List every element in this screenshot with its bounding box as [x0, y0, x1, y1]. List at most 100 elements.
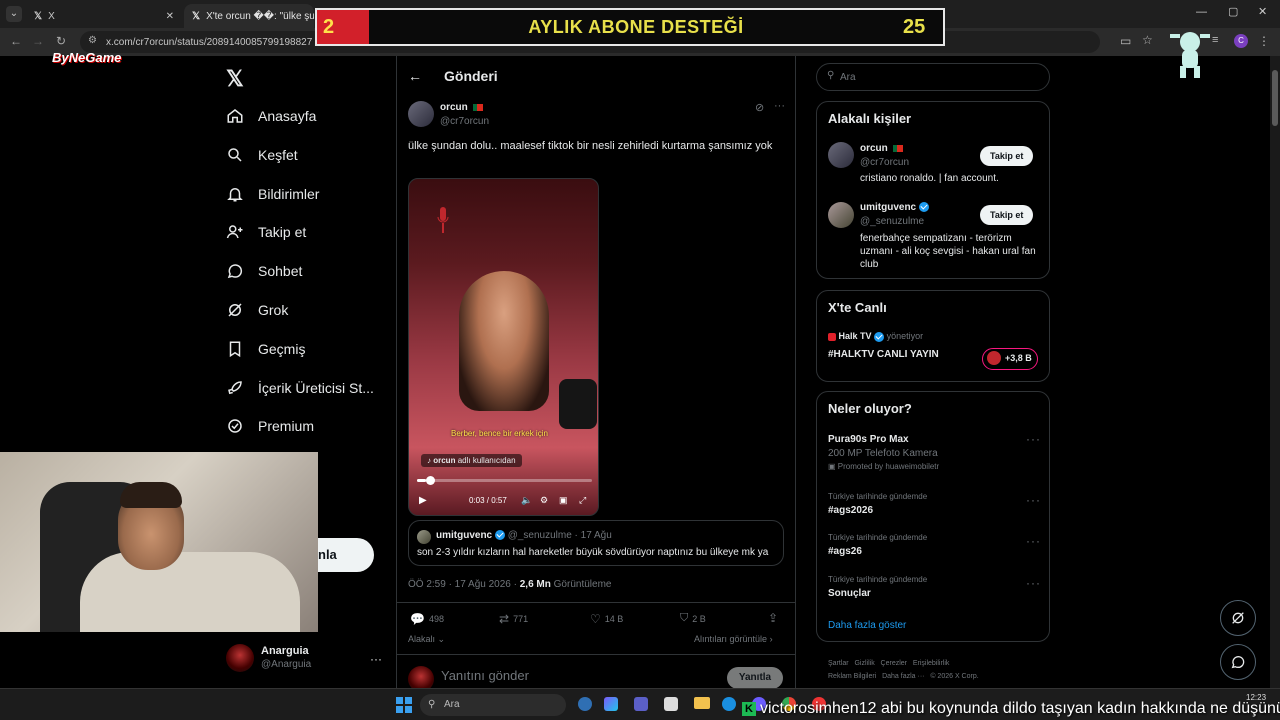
play-icon[interactable]: ▶ [419, 495, 427, 506]
footer-link[interactable]: Gizlilik [854, 660, 874, 667]
messages-float-button[interactable] [1220, 644, 1256, 680]
reply-input[interactable]: Yanıtını gönder [441, 668, 711, 688]
video-progress-knob[interactable] [425, 476, 435, 485]
store-icon[interactable] [664, 697, 678, 711]
live-title[interactable]: #HALKTV CANLI YAYIN [828, 349, 939, 360]
tab-list-icon[interactable]: ⌄ [6, 6, 22, 22]
repost-action[interactable]: ⇄ 771 [499, 612, 528, 626]
edge-icon[interactable] [722, 697, 736, 711]
trend-name: Sonuçlar [828, 588, 871, 599]
more-icon[interactable]: ··· [1026, 534, 1041, 548]
back-arrow-icon[interactable]: ← [408, 68, 422, 84]
grok-float-button[interactable] [1220, 600, 1256, 636]
flag-icon [892, 144, 903, 152]
footer-link[interactable]: Çerezler [881, 660, 907, 667]
trend-item[interactable]: Türkiye tarihinde gündemde Sonuçlar [828, 575, 927, 599]
url-text: x.com/cr7orcun/status/208914008579919882… [106, 36, 313, 48]
back-icon[interactable]: ← [10, 34, 22, 48]
volume-icon[interactable]: 🔈 [521, 495, 532, 506]
reply-action[interactable]: 💬 498 [410, 612, 444, 626]
close-window-icon[interactable]: ✕ [1258, 5, 1267, 18]
pip-icon[interactable]: ▣ [559, 495, 568, 506]
person-avatar[interactable] [828, 142, 854, 168]
nav-item-bookmarks[interactable]: Geçmiş [226, 335, 305, 363]
scrollbar-thumb[interactable] [1272, 70, 1278, 126]
post-meta: ÖÖ 2:59 · 17 Ağu 2026 · 2,6 Mn Görüntüle… [408, 579, 611, 590]
avatar[interactable] [226, 644, 254, 672]
bookmark-star-icon[interactable]: ☆ [1142, 33, 1153, 47]
share-icon[interactable]: ⇪ [768, 611, 778, 625]
related-link[interactable]: Alakalı ⌄ [408, 634, 445, 645]
view-quotes-link[interactable]: Alıntıları görüntüle › [694, 634, 773, 644]
file-explorer-icon[interactable] [694, 697, 710, 709]
more-icon[interactable]: ··· [1026, 493, 1041, 507]
reply-count: 498 [428, 614, 444, 624]
footer-link[interactable]: Şartlar [828, 660, 849, 667]
live-host[interactable]: Halk TV yönetiyor [828, 331, 923, 342]
trend-item[interactable]: Türkiye tarihinde gündemde #ags26 [828, 533, 927, 557]
trend-item[interactable]: Pura90s Pro Max 200 MP Telefoto Kamera ▣… [828, 434, 939, 471]
close-icon[interactable]: ✕ [166, 11, 174, 22]
account-menu-icon[interactable]: ··· [370, 652, 382, 666]
nav-item-creator-studio[interactable]: İçerik Üreticisi St... [226, 374, 374, 402]
nav-item-notifications[interactable]: Bildirimler [226, 180, 319, 208]
video-progress-fill [417, 479, 426, 482]
author-name[interactable]: orcun [440, 102, 483, 113]
site-info-icon[interactable]: ⚙ [88, 35, 97, 46]
quoted-post-card[interactable]: umitguvenc @_senuzulme · 17 Ağu son 2-3 … [408, 520, 784, 566]
trend-item[interactable]: Türkiye tarihinde gündemde #ags2026 [828, 492, 927, 516]
author-avatar[interactable] [408, 101, 434, 127]
reload-icon[interactable]: ↻ [56, 34, 66, 48]
grok-icon[interactable]: ⊘ [755, 101, 764, 114]
watermark-name: orcun [433, 456, 456, 465]
windows-start-icon[interactable] [396, 697, 412, 713]
person-name[interactable]: orcun [860, 143, 903, 154]
scrollbar-track[interactable] [1270, 56, 1280, 688]
nav-item-follow[interactable]: Takip et [226, 218, 306, 246]
follow-button[interactable]: Takip et [980, 146, 1034, 166]
nav-item-explore[interactable]: Keşfet [226, 141, 298, 169]
search-input[interactable]: ⚲ Ara [816, 63, 1050, 91]
person-name[interactable]: umitguvenc [860, 202, 929, 213]
tab-x[interactable]: 𝕏 X ✕ [26, 4, 182, 28]
footer-link[interactable]: Reklam Bilgileri [828, 673, 876, 680]
more-icon[interactable]: ··· [774, 100, 785, 112]
teams-icon[interactable] [634, 697, 648, 711]
forward-icon[interactable]: → [32, 34, 44, 48]
footer-link[interactable]: Daha fazla ··· [882, 673, 924, 680]
more-icon[interactable]: ··· [1026, 432, 1041, 446]
streamer-webcam [0, 452, 318, 632]
reading-list-icon[interactable]: ≡ [1212, 34, 1218, 46]
x-home-logo[interactable]: 𝕏 [226, 66, 244, 92]
video-person [459, 271, 549, 411]
bookmark-action[interactable]: ⛉ 2 B [680, 612, 706, 625]
profile-avatar[interactable]: C [1234, 34, 1248, 48]
more-icon[interactable]: ··· [1026, 576, 1041, 590]
author-name-text: orcun [440, 102, 468, 113]
app-icon[interactable] [578, 697, 592, 711]
nav-item-chat[interactable]: Sohbet [226, 257, 302, 285]
video-progress-track[interactable] [417, 479, 592, 482]
like-action[interactable]: ♡ 14 B [590, 612, 623, 626]
video-time: 0:03 / 0:57 [469, 496, 507, 505]
video-player[interactable]: Berber, bence bir erkek için ♪ orcun adl… [408, 178, 599, 516]
tab-post[interactable]: 𝕏 X'te orcun ��: "ülke şundan do [184, 4, 314, 28]
settings-icon[interactable]: ⚙ [540, 495, 548, 506]
live-listeners[interactable]: +3,8 B [982, 348, 1038, 370]
reply-button[interactable]: Yanıtla [727, 667, 783, 689]
taskbar-search[interactable]: ⚲ Ara [420, 694, 566, 716]
nav-item-premium[interactable]: Premium [226, 412, 314, 440]
maximize-icon[interactable]: ▢ [1228, 5, 1238, 18]
person-avatar[interactable] [828, 202, 854, 228]
minimize-icon[interactable]: — [1196, 6, 1207, 18]
trends-card [816, 391, 1050, 642]
footer-link[interactable]: Erişilebilirlik [913, 660, 950, 667]
copilot-icon[interactable] [604, 697, 618, 711]
show-more-link[interactable]: Daha fazla göster [828, 620, 906, 631]
nav-item-grok[interactable]: Grok [226, 296, 288, 324]
nav-item-home[interactable]: Anasayfa [226, 102, 316, 130]
follow-button[interactable]: Takip et [980, 205, 1034, 225]
fullscreen-icon[interactable]: ⤢ [579, 495, 586, 506]
menu-kebab-icon[interactable]: ⋮ [1258, 34, 1270, 48]
cast-icon[interactable]: ▭ [1120, 34, 1131, 48]
